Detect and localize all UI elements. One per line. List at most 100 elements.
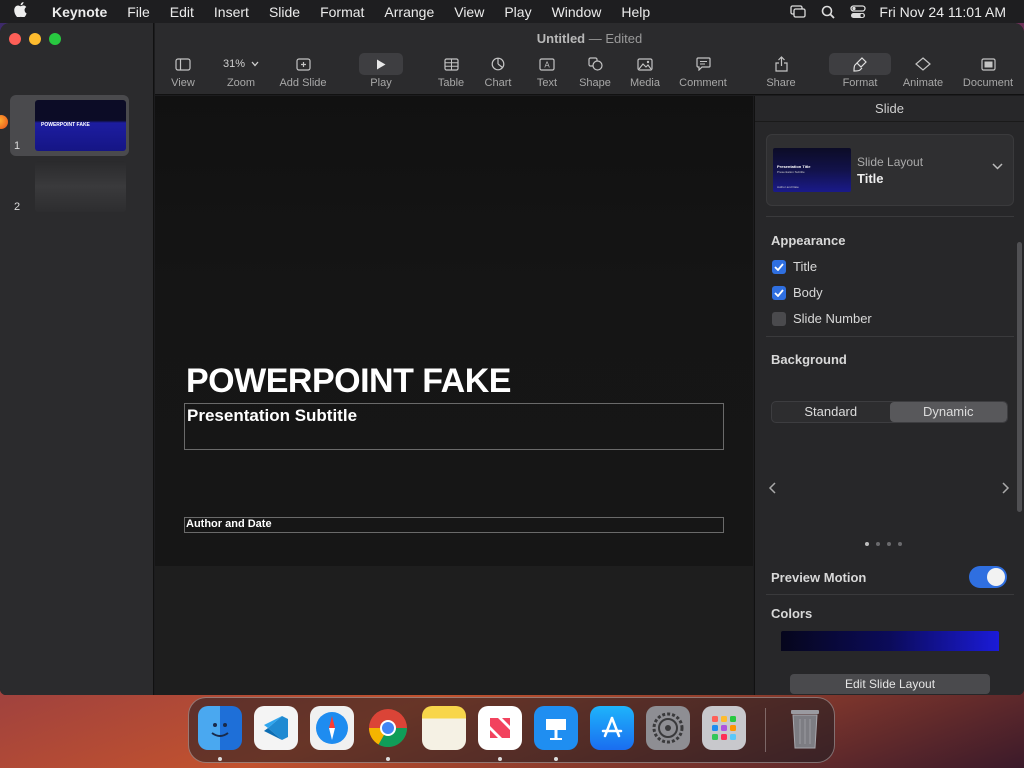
chevron-down-icon[interactable] [992, 159, 1003, 173]
preview-motion-toggle[interactable] [969, 566, 1007, 588]
layout-thumb-subtitle: Presentation Subtitle [777, 170, 805, 174]
menu-window[interactable]: Window [542, 4, 612, 20]
play-button[interactable]: Play [358, 53, 404, 89]
zoom-selector[interactable]: 31% [213, 53, 269, 75]
chevron-left-icon[interactable] [768, 481, 776, 497]
slide-thumbnail-1[interactable]: POWERPOINT FAKE [35, 100, 126, 151]
spotlight-search-icon[interactable] [813, 0, 843, 23]
slide-number-checkbox[interactable] [772, 311, 786, 326]
slide-thumbnail-2[interactable] [35, 161, 126, 212]
title-checkbox[interactable] [772, 259, 786, 274]
menu-view[interactable]: View [444, 4, 494, 20]
fullscreen-window-button[interactable] [49, 33, 61, 45]
page-dot[interactable] [865, 542, 869, 546]
shape-button[interactable]: Shape [576, 53, 614, 89]
menu-slide[interactable]: Slide [259, 4, 310, 20]
document-name[interactable]: Untitled [537, 31, 585, 46]
page-dot[interactable] [887, 542, 891, 546]
share-icon [763, 53, 799, 75]
media-button[interactable]: Media [626, 53, 664, 89]
page-dot[interactable] [898, 542, 902, 546]
background-segmented-control[interactable]: Standard Dynamic [771, 401, 1008, 423]
background-dynamic-option[interactable]: Dynamic [889, 402, 1007, 422]
title-separator: — [588, 31, 602, 46]
slide-layout-picker[interactable]: Presentation Title Presentation Subtitle… [766, 134, 1014, 206]
menu-edit[interactable]: Edit [160, 4, 204, 20]
view-button[interactable]: View [167, 53, 199, 89]
add-slide-button[interactable]: Add Slide [273, 53, 333, 89]
chrome-icon[interactable] [366, 706, 410, 750]
chart-button[interactable]: Chart [481, 53, 515, 89]
page-dot[interactable] [876, 542, 880, 546]
minimize-window-button[interactable] [29, 33, 41, 45]
notes-icon[interactable] [422, 706, 466, 750]
body-checkbox-row[interactable]: Body [772, 285, 823, 300]
trash-icon[interactable] [783, 706, 827, 750]
slide-layout-label: Slide Layout [857, 155, 924, 169]
title-checkbox-row[interactable]: Title [772, 259, 817, 274]
inspector-scrollbar[interactable] [1017, 242, 1022, 512]
comment-button[interactable]: Comment [675, 53, 731, 89]
chevron-right-icon[interactable] [1002, 481, 1010, 497]
slide-thumbnail-1-title: POWERPOINT FAKE [41, 122, 90, 128]
subtitle-placeholder[interactable]: Presentation Subtitle [184, 403, 724, 450]
text-button[interactable]: A Text [532, 53, 562, 89]
menu-insert[interactable]: Insert [204, 4, 259, 20]
body-checkbox[interactable] [772, 285, 786, 300]
slide-number-checkbox-row[interactable]: Slide Number [772, 311, 872, 326]
divider [766, 216, 1014, 217]
background-standard-option[interactable]: Standard [772, 402, 890, 422]
vscode-icon[interactable] [254, 706, 298, 750]
screen-mirroring-icon[interactable] [783, 0, 813, 23]
close-window-button[interactable] [9, 33, 21, 45]
document-status: Edited [605, 31, 643, 46]
slide-subtitle[interactable]: Presentation Subtitle [187, 406, 357, 426]
control-center-icon[interactable] [843, 0, 873, 23]
paintbrush-icon [829, 53, 891, 75]
format-button[interactable]: Format [829, 53, 891, 89]
animate-button[interactable]: Animate [900, 53, 946, 89]
slide-layout-thumbnail: Presentation Title Presentation Subtitle… [773, 148, 851, 192]
document-label: Document [962, 77, 1014, 89]
edit-slide-layout-button[interactable]: Edit Slide Layout [790, 674, 990, 694]
slide-canvas[interactable]: POWERPOINT FAKE Presentation Subtitle Au… [155, 96, 753, 695]
zoom-control[interactable]: 31% Zoom [213, 53, 269, 89]
color-gradient-strip[interactable] [781, 631, 999, 651]
slide-author-date[interactable]: Author and Date [186, 518, 272, 530]
menu-clock[interactable]: Fri Nov 24 11:01 AM [873, 4, 1024, 20]
keynote-icon[interactable] [534, 706, 578, 750]
background-page-indicator[interactable] [865, 542, 902, 546]
inspector-tab-slide[interactable]: Slide [755, 96, 1024, 122]
table-button[interactable]: Table [434, 53, 468, 89]
menu-format[interactable]: Format [310, 4, 374, 20]
layout-thumb-title: Presentation Title [777, 164, 811, 169]
menu-app-name[interactable]: Keynote [40, 4, 117, 20]
slide-number-checkbox-label: Slide Number [793, 311, 872, 326]
system-settings-icon[interactable] [646, 706, 690, 750]
slide[interactable]: POWERPOINT FAKE Presentation Subtitle Au… [155, 96, 753, 566]
slide-layout-value: Title [857, 171, 884, 186]
shape-icon [576, 53, 614, 75]
menu-help[interactable]: Help [611, 4, 660, 20]
app-store-icon[interactable] [590, 706, 634, 750]
author-placeholder[interactable]: Author and Date [184, 517, 724, 533]
preview-motion-label: Preview Motion [771, 570, 867, 585]
running-indicator [218, 757, 222, 761]
text-label: Text [536, 77, 558, 89]
news-icon[interactable] [478, 706, 522, 750]
document-icon [958, 53, 1018, 75]
menu-play[interactable]: Play [494, 4, 541, 20]
animate-label: Animate [902, 77, 944, 89]
menu-arrange[interactable]: Arrange [374, 4, 444, 20]
format-label: Format [842, 77, 878, 89]
share-button[interactable]: Share [763, 53, 799, 89]
menu-file[interactable]: File [117, 4, 160, 20]
launchpad-icon[interactable] [702, 706, 746, 750]
text-box-icon: A [532, 53, 562, 75]
slide-title[interactable]: POWERPOINT FAKE [186, 362, 511, 401]
document-button[interactable]: Document [958, 53, 1018, 89]
apple-menu-icon[interactable] [0, 2, 40, 21]
finder-icon[interactable] [198, 706, 242, 750]
menu-bar: Keynote File Edit Insert Slide Format Ar… [0, 0, 1024, 23]
safari-icon[interactable] [310, 706, 354, 750]
